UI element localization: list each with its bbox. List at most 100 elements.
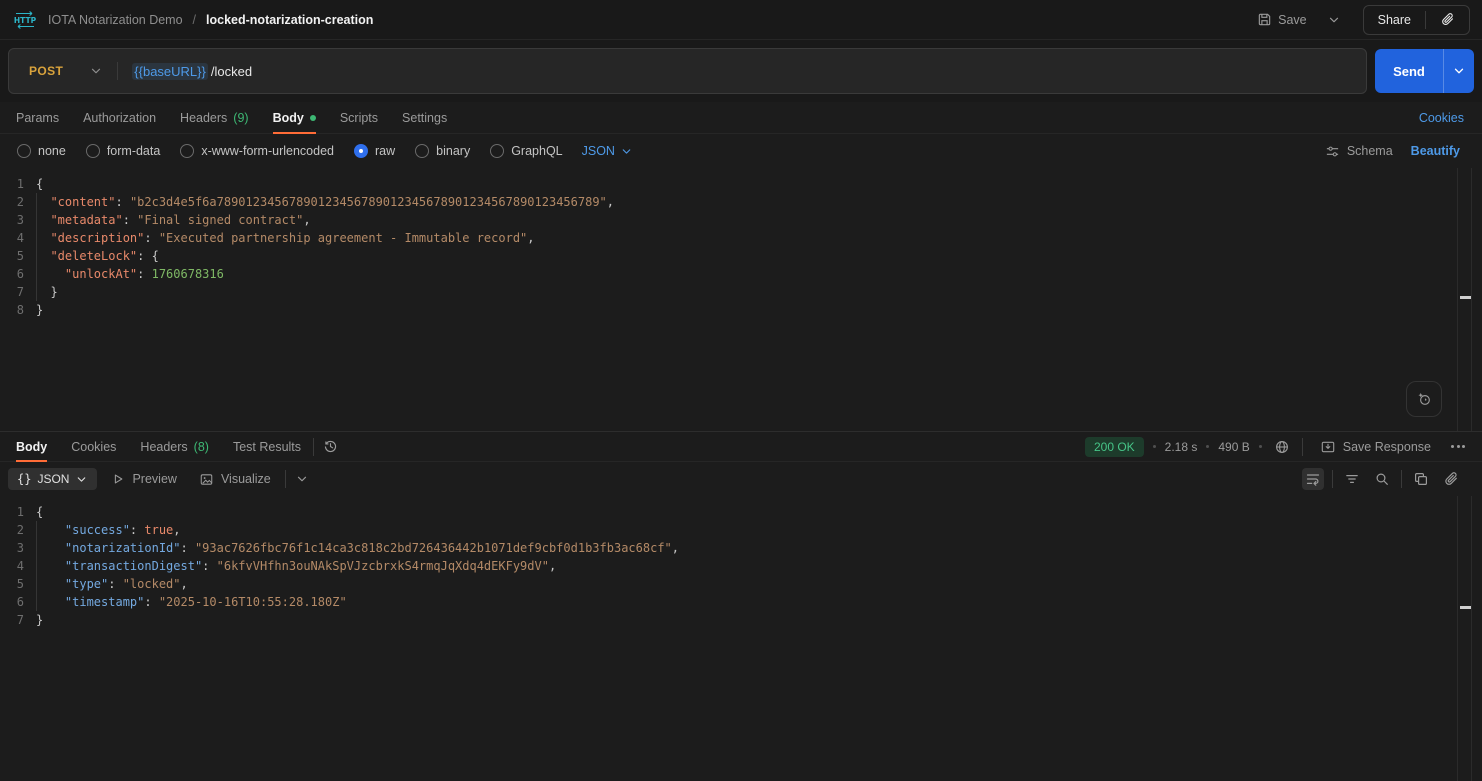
send-button[interactable]: Send (1375, 49, 1443, 93)
breadcrumb-separator: / (193, 13, 196, 27)
chevron-down-icon (620, 145, 633, 158)
response-body-viewer[interactable]: 1{2 "success": true,3 "notarizationId": … (0, 496, 1482, 781)
response-code: 1{2 "success": true,3 "notarizationId": … (0, 496, 1482, 629)
save-options-button[interactable] (1319, 7, 1349, 33)
response-scrollbar[interactable] (1457, 496, 1472, 781)
response-size: 490 B (1218, 440, 1249, 454)
save-response-button[interactable]: Save Response (1312, 435, 1439, 459)
preview-button[interactable]: Preview (103, 468, 184, 490)
chevron-down-icon (89, 64, 103, 78)
globe-icon (1274, 439, 1290, 455)
radio-checked-icon (354, 144, 368, 158)
divider (1332, 470, 1333, 488)
braces-icon: {} (17, 472, 31, 486)
response-headers-count: (8) (194, 440, 209, 454)
divider (1401, 470, 1402, 488)
code-line: 7 } (0, 283, 1482, 301)
share-button[interactable]: Share (1364, 6, 1425, 34)
body-type-none[interactable]: none (8, 144, 75, 158)
tab-scripts[interactable]: Scripts (328, 102, 390, 133)
tab-authorization[interactable]: Authorization (71, 102, 168, 133)
url-input[interactable]: {{baseURL}} /locked (118, 49, 1366, 93)
response-tab-headers[interactable]: Headers(8) (128, 432, 221, 461)
response-format-selector[interactable]: {} JSON (8, 468, 97, 490)
response-history-button[interactable] (320, 432, 341, 461)
code-line: 6 "unlockAt": 1760678316 (0, 265, 1482, 283)
code-line: 8} (0, 301, 1482, 319)
chevron-down-icon (295, 472, 309, 486)
postbot-button[interactable] (1406, 381, 1442, 417)
breadcrumb-collection[interactable]: IOTA Notarization Demo (48, 13, 183, 27)
copy-button[interactable] (1410, 468, 1432, 490)
header-actions: Save Share (1249, 5, 1470, 35)
beautify-button[interactable]: Beautify (1411, 144, 1460, 158)
image-icon (199, 472, 214, 487)
search-button[interactable] (1371, 468, 1393, 490)
network-info-button[interactable] (1271, 436, 1293, 458)
breadcrumb-request-name[interactable]: locked-notarization-creation (206, 13, 373, 27)
chevron-down-icon (1327, 13, 1341, 27)
scrollbar-marker (1460, 606, 1471, 609)
code-line: 6 "timestamp": "2025-10-16T10:55:28.180Z… (0, 593, 1482, 611)
code-line: 7} (0, 611, 1482, 629)
response-meta: 200 OK 2.18 s 490 B Save Response (1085, 432, 1478, 461)
dot-separator (1153, 445, 1156, 448)
tab-headers[interactable]: Headers(9) (168, 102, 261, 133)
dot-separator (1206, 445, 1209, 448)
code-line: 5 "type": "locked", (0, 575, 1482, 593)
tab-settings[interactable]: Settings (390, 102, 459, 133)
send-group: Send (1375, 49, 1474, 93)
response-tabs: Body Cookies Headers(8) Test Results 200… (0, 432, 1482, 462)
chevron-down-icon (1452, 64, 1466, 78)
body-type-form-data[interactable]: form-data (77, 144, 170, 158)
copy-link-button[interactable] (1426, 6, 1469, 34)
radio-icon (86, 144, 100, 158)
method-label: POST (29, 64, 63, 78)
url-variable: {{baseURL}} (132, 63, 208, 80)
format-options-button[interactable] (292, 469, 312, 489)
request-code: 1{2 "content": "b2c3d4e5f6a7890123456789… (0, 168, 1482, 319)
editor-scrollbar[interactable] (1457, 168, 1472, 431)
postbot-sparkle-icon (1416, 391, 1433, 408)
visualize-button[interactable]: Visualize (191, 468, 279, 491)
modified-dot-icon (310, 115, 316, 121)
copy-icon (1413, 471, 1429, 487)
scrollbar-marker (1460, 296, 1471, 299)
response-tab-body[interactable]: Body (4, 432, 59, 461)
code-line: 3 "notarizationId": "93ac7626fbc76f1c14c… (0, 539, 1482, 557)
method-selector[interactable]: POST (9, 49, 117, 93)
code-line: 4 "description": "Executed partnership a… (0, 229, 1482, 247)
url-bar: POST {{baseURL}} /locked (8, 48, 1367, 94)
app-root: HTTP IOTA Notarization Demo / locked-not… (0, 0, 1482, 781)
filter-button[interactable] (1341, 468, 1363, 490)
tab-body[interactable]: Body (261, 102, 328, 133)
cookies-link[interactable]: Cookies (1419, 111, 1464, 125)
save-label: Save (1278, 13, 1307, 27)
response-more-actions-button[interactable] (1448, 442, 1468, 451)
headers-count: (9) (233, 111, 248, 125)
save-icon (1257, 12, 1272, 27)
tab-params[interactable]: Params (4, 102, 71, 133)
code-line: 5 "deleteLock": { (0, 247, 1482, 265)
body-type-urlencoded[interactable]: x-www-form-urlencoded (171, 144, 343, 158)
code-line: 1{ (0, 175, 1482, 193)
body-type-binary[interactable]: binary (406, 144, 479, 158)
body-type-graphql[interactable]: GraphQL (481, 144, 571, 158)
link-icon (1443, 471, 1459, 487)
filter-icon (1344, 471, 1360, 487)
divider (285, 470, 286, 488)
response-link-button[interactable] (1440, 468, 1462, 490)
request-body-editor[interactable]: 1{2 "content": "b2c3d4e5f6a7890123456789… (0, 168, 1482, 432)
response-tab-cookies[interactable]: Cookies (59, 432, 128, 461)
send-options-button[interactable] (1443, 49, 1474, 93)
body-type-raw[interactable]: raw (345, 144, 404, 158)
schema-button[interactable]: Schema (1325, 144, 1393, 159)
wrap-text-icon (1305, 471, 1321, 487)
breadcrumb: HTTP IOTA Notarization Demo / locked-not… (12, 10, 373, 30)
save-button[interactable]: Save (1249, 6, 1315, 33)
sliders-icon (1325, 144, 1340, 159)
wrap-text-button[interactable] (1302, 468, 1324, 490)
dot-separator (1259, 445, 1262, 448)
response-tab-test-results[interactable]: Test Results (221, 432, 313, 461)
language-selector[interactable]: JSON (582, 144, 633, 158)
